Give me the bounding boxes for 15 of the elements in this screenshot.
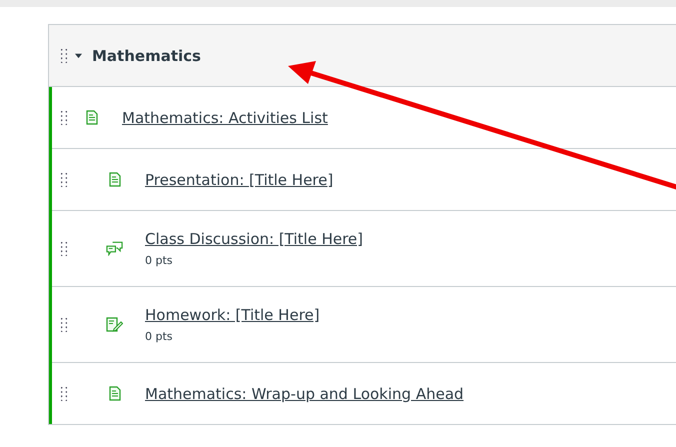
chat-bubbles-icon (106, 241, 123, 256)
points-label: 0 pts (145, 330, 174, 343)
points-label: 0 pts (145, 254, 174, 267)
module-header[interactable]: Mathematics (49, 25, 676, 87)
item-link[interactable]: Mathematics: Wrap-up and Looking Ahead (145, 384, 464, 402)
document-icon (108, 386, 120, 401)
item-link[interactable]: Class Discussion: [Title Here] (145, 230, 364, 248)
edit-document-icon (106, 317, 123, 332)
document-icon (108, 172, 120, 187)
item-link[interactable]: Mathematics: Activities List (122, 108, 328, 126)
caret-icon[interactable] (75, 52, 82, 59)
module-title: Mathematics (92, 46, 201, 64)
item-link[interactable]: Homework: [Title Here] (145, 306, 320, 324)
item-link[interactable]: Presentation: [Title Here] (145, 170, 334, 188)
document-icon (86, 110, 98, 125)
